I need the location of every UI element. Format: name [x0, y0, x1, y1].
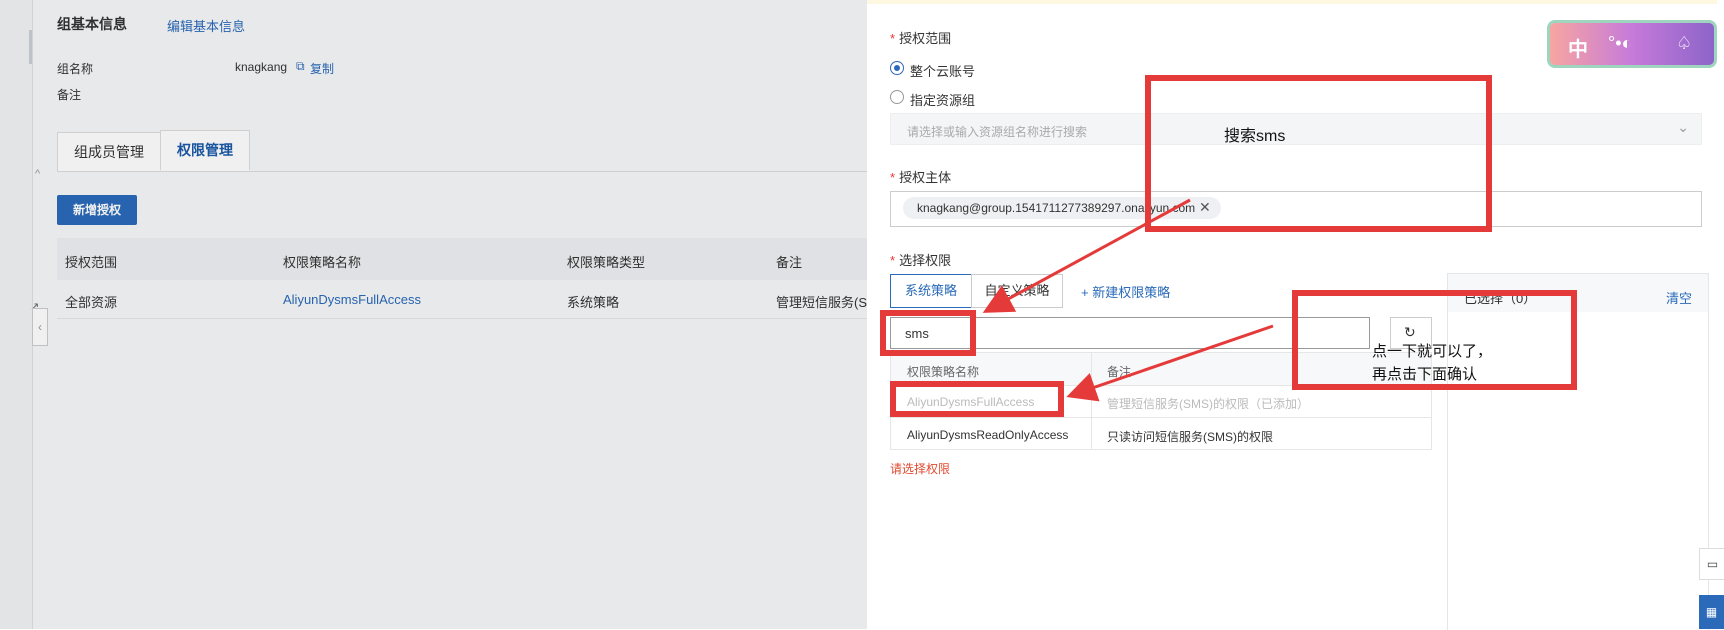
- arrow-to-search: [982, 198, 1191, 313]
- arrow-to-row: [1066, 324, 1274, 402]
- annotation-arrows: [982, 198, 1274, 402]
